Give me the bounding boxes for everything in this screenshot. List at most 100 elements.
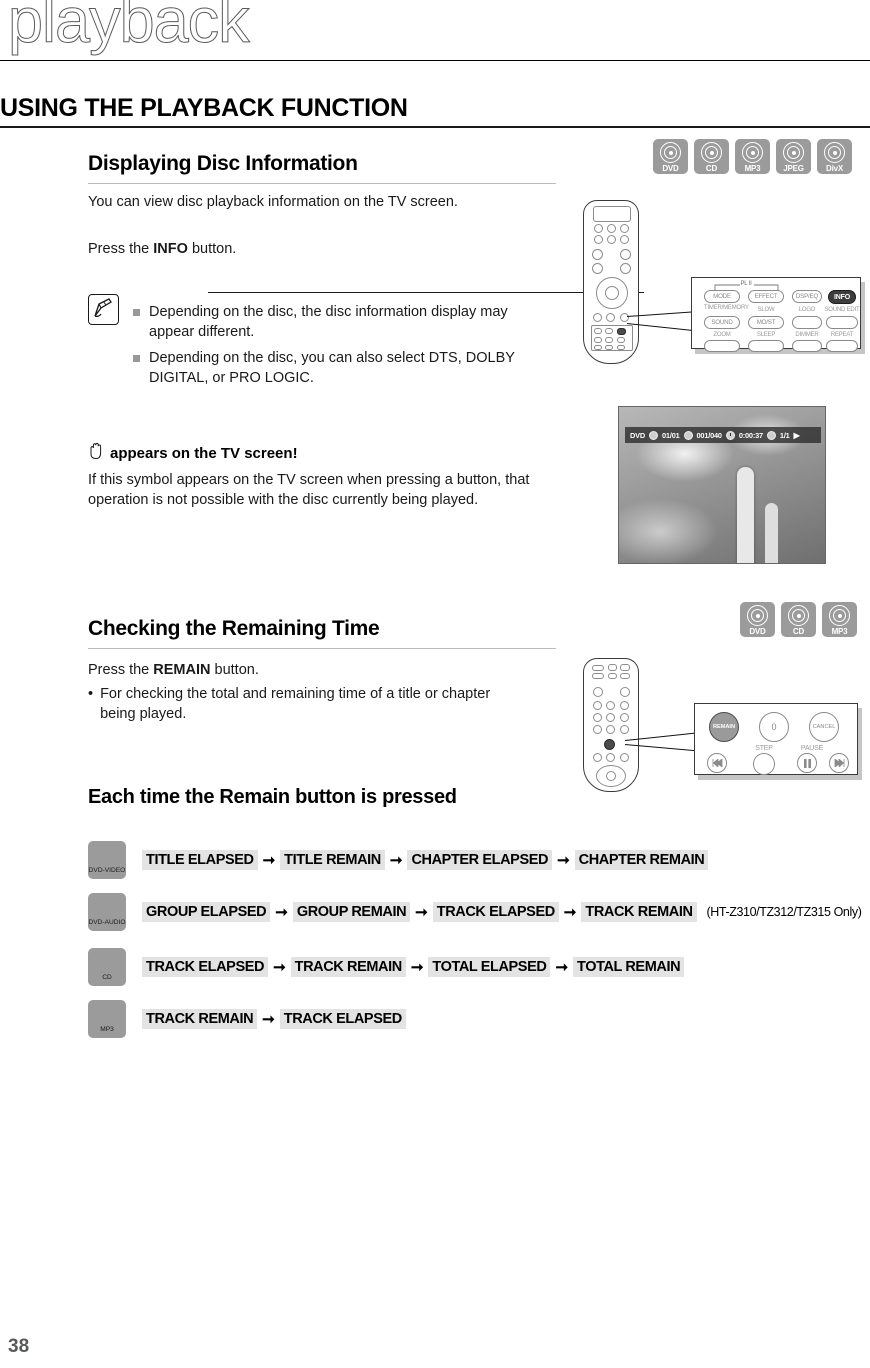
disc-badge-label: MP3 xyxy=(744,164,761,173)
arrow-icon: ➞ xyxy=(273,959,286,976)
disc-icon xyxy=(829,605,850,626)
disc-badge-cd: CD xyxy=(694,139,729,174)
sequence-steps: GROUP ELAPSED ➞ GROUP REMAIN ➞ TRACK ELA… xyxy=(142,902,862,922)
remote-button-blank-2[interactable] xyxy=(826,316,858,329)
osd-disc-type: DVD xyxy=(630,430,646,440)
remote-label-zoom: ZOOM xyxy=(713,332,731,338)
disc-badge-label: CD xyxy=(792,627,805,636)
disc-badge-label: MP3 xyxy=(831,627,848,636)
hand-icon xyxy=(88,442,104,465)
instruction-prefix: Press the xyxy=(88,662,154,678)
sequence-step: CHAPTER REMAIN xyxy=(574,850,709,870)
remote-button-blank-4[interactable] xyxy=(748,340,784,352)
sequence-step: TRACK REMAIN xyxy=(142,1009,258,1029)
sequence-step: TOTAL ELAPSED xyxy=(428,957,551,977)
disc-info-intro: You can view disc playback information o… xyxy=(88,194,458,210)
hand-symbol-heading-text: appears on the TV screen! xyxy=(110,445,298,462)
sequence-steps: TITLE ELAPSED ➞ TITLE REMAIN ➞ CHAPTER E… xyxy=(142,850,709,870)
remote-button-info[interactable]: INFO xyxy=(828,290,856,304)
instruction-suffix: button. xyxy=(210,662,259,678)
arrow-icon: ➞ xyxy=(262,1011,275,1028)
remote-button-blank-6[interactable] xyxy=(826,340,858,352)
note-item-text: Depending on the disc, the disc informat… xyxy=(149,304,508,340)
skip-forward-icon[interactable] xyxy=(829,753,849,773)
sequence-step: CHAPTER ELAPSED xyxy=(407,850,553,870)
remain-button-highlight xyxy=(604,739,615,750)
remaining-time-instruction: Press the REMAIN button. xyxy=(88,660,558,680)
disc-badge-cd: CD xyxy=(781,602,816,637)
square-bullet-icon xyxy=(133,355,140,362)
disc-badge-label: CD xyxy=(705,164,718,173)
subsection-divider-disc-info xyxy=(88,183,556,184)
list-item: Depending on the disc, you can also sele… xyxy=(133,348,553,388)
remote-button-mode[interactable]: MODE xyxy=(704,290,740,303)
remote-button-effect[interactable]: EFFECT xyxy=(748,290,784,303)
page-number: 38 xyxy=(8,1336,30,1357)
sequence-step: TITLE REMAIN xyxy=(280,850,385,870)
osd-title-index: 01/01 xyxy=(662,430,680,440)
arrow-icon: ➞ xyxy=(410,959,424,976)
remote-button-most[interactable]: MO/ST xyxy=(748,316,784,329)
remote-button-sound[interactable]: SOUND xyxy=(704,316,740,329)
disc-badge-dvd-audio: DVD-AUDIO xyxy=(88,893,126,931)
remote-button-dsp-eq[interactable]: DSP/EQ xyxy=(792,290,822,303)
disc-badge-dvd: DVD xyxy=(740,602,775,637)
disc-badge-label: DVD xyxy=(662,164,679,173)
skip-back-icon[interactable] xyxy=(707,753,727,773)
chapter-title: playback xyxy=(8,0,251,56)
disc-badge-dvd-video: DVD-VIDEO xyxy=(88,841,126,879)
cactus-shape xyxy=(737,467,754,563)
disc-badge-label: DVD xyxy=(749,627,766,636)
remote-button-remain[interactable]: REMAIN xyxy=(709,712,739,742)
remote-button-blank-5[interactable] xyxy=(792,340,822,352)
chapter-icon xyxy=(683,430,693,440)
disc-icon xyxy=(788,605,809,626)
disc-badge-dvd: DVD xyxy=(653,139,688,174)
subsection-divider-remaining-time xyxy=(88,648,556,649)
remote-button-blank-1[interactable] xyxy=(792,316,822,329)
sequence-step: TITLE ELAPSED xyxy=(142,850,258,870)
disc-icon xyxy=(783,142,804,163)
remote-button-zero[interactable]: 0 xyxy=(759,712,789,742)
note-divider xyxy=(208,292,644,293)
chapter-divider xyxy=(0,60,870,61)
disc-badge-mp3: MP3 xyxy=(88,1000,126,1038)
disc-info-instruction: Press the INFO button. xyxy=(88,239,558,259)
arrow-icon: ➞ xyxy=(389,852,403,869)
remote-button-blank-3[interactable] xyxy=(704,340,740,352)
disc-badge-mp3: MP3 xyxy=(822,602,857,637)
disc-type-badges-remaining: DVD CD MP3 xyxy=(740,602,857,637)
sequence-step: TRACK ELAPSED xyxy=(432,902,559,922)
square-bullet-icon xyxy=(133,309,140,316)
callout-panel-remain: REMAIN 0 CANCEL STEP PAUSE xyxy=(694,703,858,775)
remote-label-repeat: REPEAT xyxy=(830,332,854,338)
disc-badge-cd: CD xyxy=(88,948,126,986)
sequence-step: GROUP REMAIN xyxy=(292,902,411,922)
disc-badge-label: MP3 xyxy=(100,1026,114,1033)
tv-screen-figure: DVD 01/01 001/040 0:00:37 1/1 ▶ xyxy=(618,406,826,564)
audio-icon xyxy=(766,430,776,440)
disc-badge-mp3: MP3 xyxy=(735,139,770,174)
osd-chapter-index: 001/040 xyxy=(696,430,723,440)
remote-label-timer-memory: TIMER/MEMORY xyxy=(704,305,749,311)
disc-type-badges-top: DVD CD MP3 JPEG DivX xyxy=(653,139,852,174)
remain-sequence-row-cd: CD TRACK ELAPSED ➞ TRACK REMAIN ➞ TOTAL … xyxy=(88,948,685,986)
pause-icon[interactable] xyxy=(797,753,817,773)
disc-icon xyxy=(96,1004,118,1026)
remote-label-dimmer: DIMMER xyxy=(795,332,819,338)
remote-label-step: STEP xyxy=(755,745,773,752)
disc-badge-label: DVD-AUDIO xyxy=(88,919,126,926)
sequence-steps: TRACK ELAPSED ➞ TRACK REMAIN ➞ TOTAL ELA… xyxy=(142,957,685,977)
disc-badge-label: JPEG xyxy=(783,164,804,173)
remote-button-cancel[interactable]: CANCEL xyxy=(809,712,839,742)
arrow-icon: ➞ xyxy=(262,852,276,869)
step-icon[interactable] xyxy=(753,753,775,775)
arrow-icon: ➞ xyxy=(415,904,428,921)
arrow-icon: ➞ xyxy=(555,959,569,976)
remote-label-slow: SLOW xyxy=(757,307,775,313)
arrow-icon: ➞ xyxy=(557,852,570,869)
remaining-time-bullet: • For checking the total and remaining t… xyxy=(88,684,518,724)
disc-icon xyxy=(96,897,118,919)
disc-icon xyxy=(824,142,845,163)
info-button-highlight xyxy=(617,328,626,335)
